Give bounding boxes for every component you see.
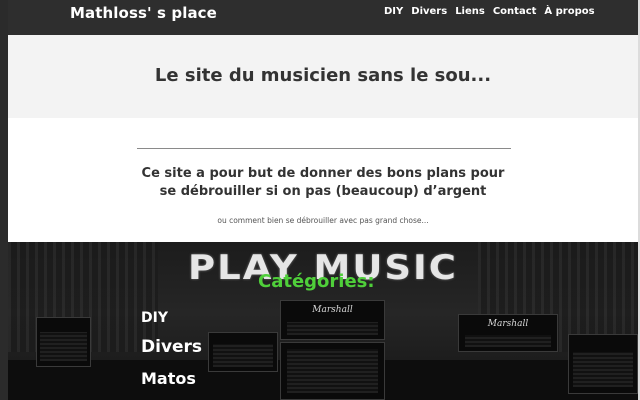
category-link-divers[interactable]: Divers: [141, 336, 202, 358]
nav-item-diy[interactable]: DIY: [384, 6, 403, 18]
hero-section: Le site du musicien sans le sou...: [8, 35, 638, 118]
speaker-cabinet-image: [280, 342, 385, 400]
categories-list: DIY Divers Matos: [141, 309, 202, 389]
divider: [137, 148, 511, 149]
categories-banner: Marshall Marshall PLAY MUSIC Catégories:…: [8, 242, 638, 400]
browser-viewport: Mathloss' s place DIY Divers Liens Conta…: [0, 0, 640, 400]
intro-subtitle: ou comment bien se débrouiller avec pas …: [217, 216, 429, 225]
intro-line-1: Ce site a pour but de donner des bons pl…: [141, 166, 505, 181]
nav-item-a-propos[interactable]: À propos: [544, 6, 594, 18]
category-link-diy[interactable]: DIY: [141, 309, 202, 327]
page-title: Le site du musicien sans le sou...: [154, 65, 492, 86]
intro-line-2: se débrouiller si on pas (beaucoup) d’ar…: [159, 184, 487, 199]
amp-image: [208, 332, 278, 372]
categories-title: Catégories:: [258, 271, 375, 292]
amp-left-image: [36, 317, 91, 367]
nav-item-divers[interactable]: Divers: [411, 6, 447, 18]
intro-section: Ce site a pour but de donner des bons pl…: [8, 118, 638, 242]
amp-brand-logo-right: Marshall: [487, 319, 529, 329]
main-nav: DIY Divers Liens Contact À propos: [384, 6, 595, 18]
intro-heading: Ce site a pour but de donner des bons pl…: [8, 165, 638, 201]
nav-item-liens[interactable]: Liens: [455, 6, 485, 18]
marshall-amp-head-image: Marshall: [280, 300, 385, 340]
top-navbar: Mathloss' s place DIY Divers Liens Conta…: [8, 0, 638, 35]
category-link-matos[interactable]: Matos: [141, 369, 202, 389]
amp-right-image: [568, 334, 638, 394]
nav-item-contact[interactable]: Contact: [493, 6, 537, 18]
marshall-amp-right-image: Marshall: [458, 314, 558, 352]
left-edge: [0, 0, 8, 400]
site-brand-link[interactable]: Mathloss' s place: [70, 4, 217, 22]
amp-brand-logo: Marshall: [312, 305, 353, 315]
